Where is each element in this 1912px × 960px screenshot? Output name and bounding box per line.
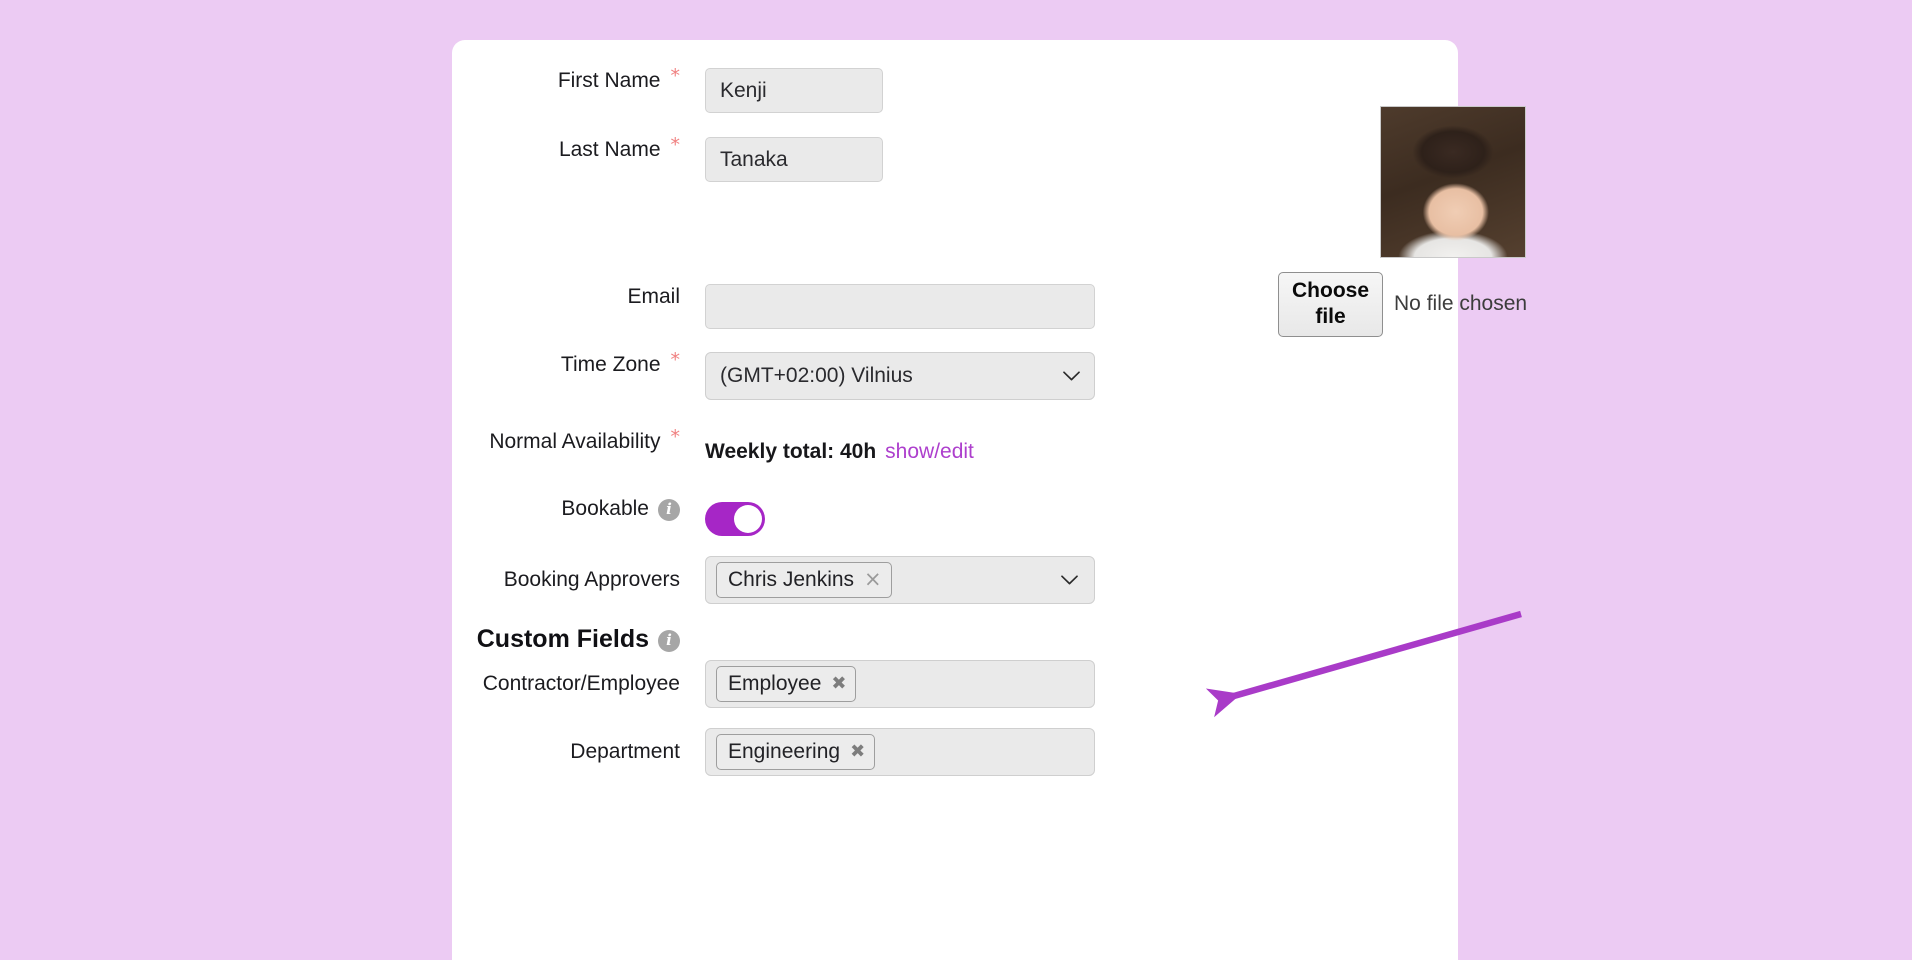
last-name-label-text: Last Name bbox=[558, 138, 661, 161]
email-label-text: Email bbox=[627, 285, 680, 308]
time-zone-label-text: Time Zone bbox=[560, 353, 661, 376]
required-asterisk: * bbox=[670, 349, 681, 372]
email-row: Email bbox=[452, 284, 1095, 329]
toggle-knob bbox=[734, 504, 762, 533]
contractor-employee-row: Contractor/Employee Employee ✖ bbox=[452, 660, 1095, 708]
booking-approvers-row: Booking Approvers Chris Jenkins × bbox=[452, 556, 1095, 604]
bookable-field-cell bbox=[705, 496, 765, 541]
contractor-employee-field-cell: Employee ✖ bbox=[705, 660, 1095, 708]
availability-summary: Weekly total: 40h show/edit bbox=[705, 440, 974, 464]
time-zone-row: Time Zone * (GMT+02:00) Vilnius bbox=[452, 349, 1095, 400]
department-field-cell: Engineering ✖ bbox=[705, 728, 1095, 776]
email-field-cell bbox=[705, 284, 1095, 329]
department-label-text: Department bbox=[570, 740, 680, 764]
photo-upload-block: Choose file No file chosen bbox=[1278, 106, 1527, 337]
bookable-label: Bookable i bbox=[452, 496, 680, 521]
time-zone-label: Time Zone * bbox=[452, 349, 681, 377]
choose-file-button[interactable]: Choose file bbox=[1278, 272, 1384, 337]
required-asterisk: * bbox=[670, 65, 681, 88]
custom-fields-heading: Custom Fields i bbox=[452, 625, 680, 654]
last-name-row: Last Name * bbox=[452, 134, 883, 182]
chevron-down-icon[interactable] bbox=[1061, 575, 1078, 585]
department-tag: Engineering ✖ bbox=[716, 733, 876, 771]
profile-photo bbox=[1380, 106, 1526, 258]
booking-approvers-field-cell: Chris Jenkins × bbox=[705, 556, 1095, 604]
info-icon[interactable]: i bbox=[658, 629, 680, 652]
remove-tag-icon[interactable]: × bbox=[864, 569, 882, 590]
last-name-input[interactable] bbox=[705, 137, 883, 182]
contractor-employee-tag-label: Employee bbox=[728, 671, 822, 695]
remove-tag-icon[interactable]: ✖ bbox=[831, 674, 846, 693]
no-file-chosen-text: No file chosen bbox=[1394, 292, 1528, 316]
department-tag-label: Engineering bbox=[728, 739, 841, 763]
first-name-row: First Name * bbox=[452, 65, 883, 113]
remove-tag-icon[interactable]: ✖ bbox=[850, 742, 865, 761]
weekly-total-text: Weekly total: 40h bbox=[705, 439, 877, 463]
first-name-field-cell bbox=[705, 68, 883, 113]
approver-tag: Chris Jenkins × bbox=[716, 561, 892, 599]
email-label: Email bbox=[452, 284, 680, 309]
required-asterisk: * bbox=[670, 134, 681, 157]
required-asterisk: * bbox=[670, 426, 681, 449]
normal-availability-field-cell: Weekly total: 40h show/edit bbox=[705, 429, 974, 474]
time-zone-selected-value: (GMT+02:00) Vilnius bbox=[720, 364, 913, 387]
normal-availability-label-text: Normal Availability bbox=[489, 430, 661, 453]
first-name-label-text: First Name bbox=[557, 69, 661, 92]
time-zone-select[interactable]: (GMT+02:00) Vilnius bbox=[705, 352, 1095, 400]
booking-approvers-label-text: Booking Approvers bbox=[503, 568, 680, 592]
bookable-row: Bookable i bbox=[452, 496, 765, 541]
info-icon[interactable]: i bbox=[658, 498, 680, 521]
file-chooser-row: Choose file No file chosen bbox=[1278, 272, 1527, 337]
approver-tag-label: Chris Jenkins bbox=[728, 567, 855, 591]
show-edit-link[interactable]: show/edit bbox=[885, 440, 974, 464]
last-name-label: Last Name * bbox=[452, 134, 681, 162]
email-input[interactable] bbox=[705, 284, 1095, 329]
booking-approvers-label: Booking Approvers bbox=[452, 556, 680, 604]
department-label: Department bbox=[452, 728, 680, 776]
chevron-down-icon bbox=[1063, 371, 1080, 381]
booking-approvers-multiselect[interactable]: Chris Jenkins × bbox=[705, 556, 1095, 604]
last-name-field-cell bbox=[705, 137, 883, 182]
contractor-employee-label-text: Contractor/Employee bbox=[482, 672, 680, 696]
contractor-employee-multiselect[interactable]: Employee ✖ bbox=[705, 660, 1095, 708]
custom-fields-heading-text: Custom Fields bbox=[476, 625, 649, 653]
bookable-label-text: Bookable bbox=[561, 497, 649, 520]
normal-availability-label: Normal Availability * bbox=[452, 426, 681, 454]
normal-availability-row: Normal Availability * Weekly total: 40h … bbox=[452, 426, 974, 474]
contractor-employee-tag: Employee ✖ bbox=[716, 665, 857, 703]
first-name-label: First Name * bbox=[452, 65, 681, 93]
department-multiselect[interactable]: Engineering ✖ bbox=[705, 728, 1095, 776]
bookable-toggle[interactable] bbox=[705, 501, 765, 536]
page-root: First Name * Last Name * Choose file No … bbox=[0, 0, 1912, 960]
time-zone-field-cell: (GMT+02:00) Vilnius bbox=[705, 352, 1095, 400]
department-row: Department Engineering ✖ bbox=[452, 728, 1095, 776]
contractor-employee-label: Contractor/Employee bbox=[452, 660, 680, 708]
profile-form-card: First Name * Last Name * Choose file No … bbox=[452, 40, 1527, 960]
first-name-input[interactable] bbox=[705, 68, 883, 113]
